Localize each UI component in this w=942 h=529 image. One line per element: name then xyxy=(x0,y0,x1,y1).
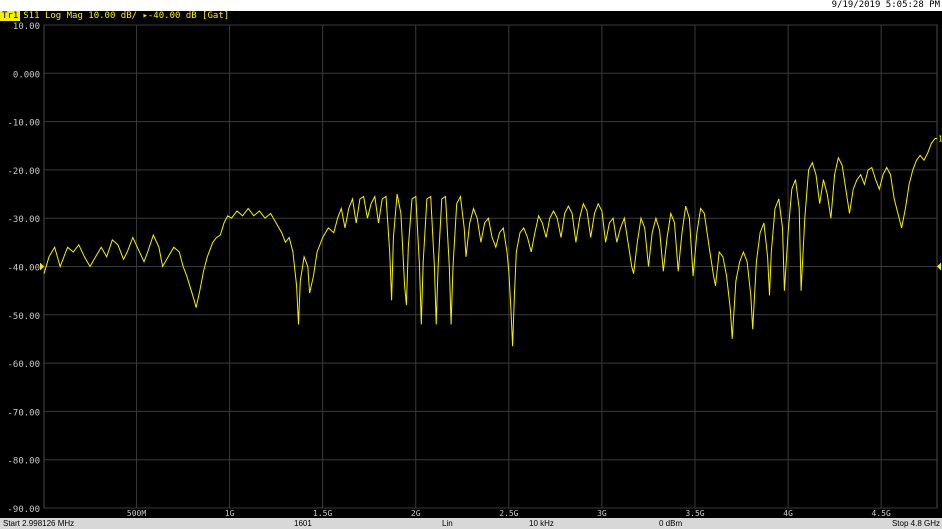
sweep-type[interactable]: Lin xyxy=(442,518,453,529)
x-tick-label: 1G xyxy=(225,509,235,518)
if-bandwidth[interactable]: 10 kHz xyxy=(529,518,554,529)
y-tick-label: -90.00 xyxy=(7,505,40,515)
x-tick-label: 2G xyxy=(411,509,421,518)
status-bar: Start 2.998126 MHz 1601 Lin 10 kHz 0 dBm… xyxy=(0,518,942,529)
source-power[interactable]: 0 dBm xyxy=(659,518,682,529)
trace-id-badge[interactable]: Tr1 xyxy=(0,11,21,21)
stop-frequency[interactable]: Stop 4.8 GHz xyxy=(892,518,940,529)
x-tick-label: 2.5G xyxy=(499,509,518,518)
x-tick-label: 1.5G xyxy=(313,509,332,518)
x-axis-ticks: 500M 1G 1.5G 2G 2.5G 3G 3.5G 4G 4.5G xyxy=(127,509,891,518)
top-bar: 9/19/2019 5:05:28 PM xyxy=(0,0,942,11)
y-axis-ticks: 10.00 0.000 -10.00 -20.00 -30.00 -40.00 -50.00… xyxy=(7,22,40,515)
y-tick-label: -80.00 xyxy=(7,457,40,467)
trace-end-marker: 1 xyxy=(938,135,942,144)
x-tick-label: 4G xyxy=(783,509,793,518)
plot-area[interactable]: 10.00 0.000 -10.00 -20.00 -30.00 -40.00 -50.00… xyxy=(0,22,942,518)
x-tick-label: 4.5G xyxy=(872,509,891,518)
reference-level-marker-right[interactable] xyxy=(937,262,941,271)
x-tick-label: 3G xyxy=(597,509,607,518)
y-tick-label: -70.00 xyxy=(7,408,40,418)
start-frequency[interactable]: Start 2.998126 MHz xyxy=(3,518,74,529)
y-tick-label: -60.00 xyxy=(7,360,40,370)
y-tick-label: -30.00 xyxy=(7,215,40,225)
y-tick-label: 0.000 xyxy=(13,70,40,80)
y-tick-label: -10.00 xyxy=(7,119,40,129)
x-tick-label: 500M xyxy=(127,509,146,518)
y-tick-label: -50.00 xyxy=(7,312,40,322)
y-tick-label: 10.00 xyxy=(13,22,40,32)
y-tick-label: -20.00 xyxy=(7,167,40,177)
sweep-points[interactable]: 1601 xyxy=(294,518,312,529)
trace-header[interactable]: Tr1 S11 Log Mag 10.00 dB/ ▸-40.00 dB [Gat… xyxy=(0,11,229,22)
grid xyxy=(43,24,938,509)
x-tick-label: 3.5G xyxy=(685,509,704,518)
reference-level-marker-left[interactable] xyxy=(40,262,44,271)
timestamp: 9/19/2019 5:05:28 PM xyxy=(831,0,940,10)
trace-label: S11 Log Mag 10.00 dB/ ▸-40.00 dB [Gat] xyxy=(23,11,230,21)
y-tick-label: -40.00 xyxy=(7,264,40,274)
